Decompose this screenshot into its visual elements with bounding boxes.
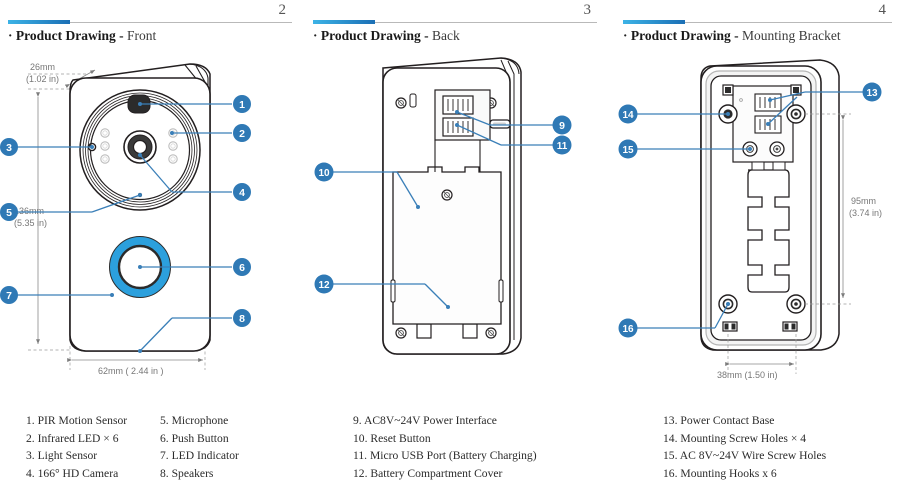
width-dim: 62mm ( 2.44 in ) — [98, 366, 164, 376]
page-title: · Product Drawing - Mounting Bracket — [623, 28, 841, 44]
back-drawing-stage: RESET — [305, 52, 605, 397]
callout-3: 3 — [6, 142, 12, 154]
product-drawing-sheet: 2 · Product Drawing - Front 26mm (1.02 i… — [0, 0, 900, 500]
title-dash: - — [734, 28, 739, 43]
callout-4: 4 — [239, 187, 245, 199]
callout-2: 2 — [239, 128, 245, 140]
legend-item: 7. LED Indicator — [160, 449, 239, 462]
title-subtitle: Mounting Bracket — [742, 28, 841, 43]
title-bullet: · — [623, 28, 628, 43]
callout-14: 14 — [622, 110, 634, 121]
bracket-height-mm: 95mm — [851, 196, 876, 206]
callout-10: 10 — [318, 168, 330, 179]
title-dash: - — [424, 28, 429, 43]
header-accent-bar — [623, 20, 685, 24]
callout-6: 6 — [239, 262, 245, 274]
panel-back: 3 · Product Drawing - Back 10 9 11 12 9.… — [305, 0, 605, 500]
panel-front-header: 2 · Product Drawing - Front — [0, 0, 300, 52]
legend-item: 16. Mounting Hooks x 6 — [663, 466, 777, 480]
bracket-drawing-svg: 95mm (3.74 in) 38mm (1.50 in) 13 14 15 1… — [618, 59, 882, 380]
header-accent-bar — [8, 20, 70, 24]
title-bullet: · — [313, 28, 318, 43]
header-accent-bar — [313, 20, 375, 24]
front-drawing-svg: 26mm (1.02 in) 136mm (5.35 in) 62mm ( 2.… — [0, 62, 251, 376]
legend-item: 6. Push Button — [160, 431, 229, 445]
title-strong: Product Drawing — [630, 28, 731, 43]
panel-mounting-bracket: 4 · Product Drawing - Mounting Bracket 9… — [615, 0, 900, 500]
hd-camera-lens — [123, 130, 157, 164]
hook-square-right — [462, 323, 478, 339]
panel-back-header: 3 · Product Drawing - Back — [305, 0, 605, 52]
callout-1: 1 — [239, 99, 245, 111]
legend-item: 9. AC8V~24V Power Interface — [353, 414, 497, 427]
slot-left — [409, 93, 417, 108]
callout-5: 5 — [6, 207, 12, 219]
panel-bracket-header: 4 · Product Drawing - Mounting Bracket — [615, 0, 900, 52]
page-title: · Product Drawing - Back — [313, 28, 460, 44]
legend-item: 11. Micro USB Port (Battery Charging) — [353, 449, 537, 462]
legend-item: 4. 166° HD Camera — [26, 466, 119, 480]
callout-16: 16 — [622, 324, 634, 335]
callout-8: 8 — [239, 313, 245, 325]
legend-back: 9. AC8V~24V Power Interface 10. Reset Bu… — [353, 412, 537, 482]
micro-usb-port — [489, 119, 511, 129]
title-bullet: · — [8, 28, 13, 43]
bracket-height-in: (3.74 in) — [849, 208, 882, 218]
legend-bracket: 13. Power Contact Base 14. Mounting Scre… — [663, 412, 826, 482]
page-number: 2 — [278, 2, 287, 18]
height-dim-mm: 136mm — [14, 206, 44, 216]
device-front-face — [69, 77, 211, 352]
front-drawing-stage: 26mm (1.02 in) 136mm (5.35 in) 62mm ( 2.… — [0, 52, 300, 397]
bracket-center-slot — [747, 161, 790, 293]
callout-9: 9 — [559, 120, 565, 132]
callout-12: 12 — [318, 280, 330, 291]
legend-item: 5. Microphone — [160, 414, 229, 427]
legend-item: 10. Reset Button — [353, 431, 431, 445]
legend-item: 14. Mounting Screw Holes × 4 — [663, 431, 807, 445]
title-strong: Product Drawing — [15, 28, 116, 43]
page-number: 3 — [583, 2, 592, 18]
callout-7: 7 — [6, 290, 12, 302]
depth-dim-mm: 26mm — [30, 62, 55, 72]
legend-item: 15. AC 8V~24V Wire Screw Holes — [663, 449, 827, 462]
bracket-width-dim: 38mm (1.50 in) — [717, 370, 778, 380]
title-dash: - — [119, 28, 124, 43]
contact-terminal-top — [754, 93, 782, 112]
panel-front: 2 · Product Drawing - Front 26mm (1.02 i… — [0, 0, 300, 500]
depth-dim-in: (1.02 in) — [26, 74, 59, 84]
title-strong: Product Drawing — [320, 28, 421, 43]
title-subtitle: Back — [432, 28, 460, 43]
legend-item: 8. Speakers — [160, 466, 214, 480]
height-dim-in: (5.35 in) — [14, 218, 47, 228]
legend-item: 3. Light Sensor — [26, 449, 98, 462]
callout-11: 11 — [557, 141, 568, 152]
legend-item: 13. Power Contact Base — [663, 414, 775, 427]
page-title: · Product Drawing - Front — [8, 28, 156, 44]
page-number: 4 — [878, 2, 887, 18]
back-drawing-svg: RESET — [314, 57, 572, 355]
title-subtitle: Front — [127, 28, 157, 43]
legend-item: 2. Infrared LED × 6 — [26, 431, 119, 445]
callout-13: 13 — [866, 88, 878, 99]
bracket-drawing-stage: 95mm (3.74 in) 38mm (1.50 in) 13 14 15 1… — [615, 52, 900, 397]
hook-square-left — [416, 323, 432, 339]
legend-item: 12. Battery Compartment Cover — [353, 466, 503, 480]
legend-item: 1. PIR Motion Sensor — [26, 414, 128, 427]
callout-15: 15 — [622, 145, 634, 156]
legend-front: 1. PIR Motion Sensor 5. Microphone 2. In… — [26, 412, 290, 482]
